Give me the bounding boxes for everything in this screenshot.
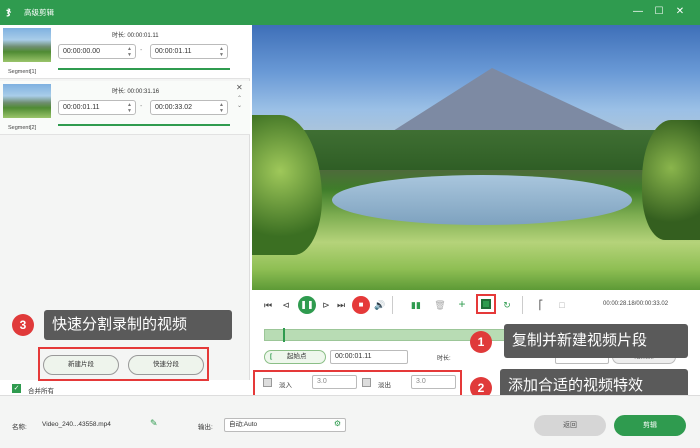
annotation-bubble: 快速分割录制的视频 [44, 310, 232, 340]
step-back-icon[interactable]: ⊲ [280, 299, 292, 311]
merge-all-checkbox[interactable]: ✓ [12, 384, 21, 393]
playback-time: 00:00:28.18/00:00:33.02 [603, 301, 669, 307]
duration-label: 时长: [437, 356, 451, 362]
pause-button[interactable]: ❚❚ [298, 296, 316, 314]
split-icon[interactable]: ▮▮ [410, 299, 422, 311]
bottom-bar: 名称: Video_240...43558.mp4 ✎ 输出: 自动;Auto ⚙… [0, 395, 700, 448]
back-button[interactable]: 返回 [534, 415, 606, 436]
fade-in-checkbox[interactable] [263, 378, 272, 387]
fade-out-label: 淡出 [378, 382, 391, 389]
reorder-arrows-icon[interactable]: ⌃ ⌄ [237, 96, 242, 110]
start-point-button[interactable]: [起始点 [264, 350, 326, 364]
fade-in-label: 淡入 [279, 382, 292, 389]
fade-out-value[interactable]: 3.0 [411, 375, 456, 389]
merge-all-label: 合并所有 [28, 388, 54, 395]
output-label: 输出: [198, 424, 213, 431]
segment-duration: 时长: 00:00:01.11 [112, 33, 159, 39]
range-separator: - [140, 47, 143, 54]
edit-button[interactable]: 剪辑 [614, 415, 686, 436]
divider [522, 296, 523, 314]
segment-start-field[interactable]: 00:00:00.00 ▲ ▼ [58, 44, 136, 59]
tree-shape [642, 120, 700, 240]
segment-label: Segment[2] [8, 125, 37, 131]
name-label: 名称: [12, 424, 27, 431]
segment-progress-fill [58, 68, 230, 70]
edit-name-icon[interactable]: ✎ [150, 418, 158, 429]
stop-button[interactable]: ■ [352, 296, 370, 314]
quick-split-button[interactable]: 快速分段 [128, 355, 204, 375]
divider [392, 296, 393, 314]
segment-item[interactable]: Segment[1] 时长: 00:00:01.11 00:00:00.00 ▲ ▼… [0, 25, 250, 79]
delete-segment-icon[interactable]: ✕ [236, 83, 243, 92]
mark-out-icon[interactable]: □ [556, 299, 568, 311]
new-segment-button[interactable]: 新建片段 [43, 355, 119, 375]
segment-item[interactable]: Segment[2] 时长: 00:00:31.16 00:00:01.11 ▲ ▼… [0, 81, 250, 135]
step-forward-icon[interactable]: ⊳ [320, 299, 332, 311]
segment-thumbnail [3, 84, 51, 118]
skip-end-icon[interactable]: ⏭ [335, 299, 347, 311]
segment-thumbnail [3, 28, 51, 62]
output-select[interactable]: 自动;Auto ⚙ [224, 418, 346, 432]
window-title: 高级剪辑 [24, 8, 54, 17]
mark-in-icon[interactable]: ⎡ [535, 299, 547, 311]
timeline-handle[interactable] [283, 328, 285, 342]
maximize-icon[interactable]: ☐ [653, 6, 665, 18]
segment-duration: 时长: 00:00:31.16 [112, 89, 160, 95]
segment-panel: Segment[1] 时长: 00:00:01.11 00:00:00.00 ▲ ▼… [0, 25, 250, 381]
trash-icon[interactable]: 🗑 [434, 299, 446, 311]
app-logo: ჯ [6, 6, 12, 17]
file-name: Video_240...43558.mp4 [42, 421, 111, 428]
skip-start-icon[interactable]: ⏮ [262, 299, 274, 311]
fade-in-value[interactable]: 3.0 [312, 375, 357, 389]
lake-shape [332, 175, 632, 225]
segment-progress-fill [58, 124, 230, 126]
volume-icon[interactable]: 🔊 [374, 299, 386, 311]
annotation-number: 3 [12, 314, 34, 336]
bracket-icon: [ [270, 353, 273, 360]
add-icon[interactable]: + [456, 298, 468, 310]
segment-end-field[interactable]: 00:00:33.02 ▲ ▼ [150, 100, 228, 115]
reset-icon[interactable]: ↻ [501, 299, 513, 311]
annotation-bubble: 复制并新建视频片段 [504, 324, 688, 358]
settings-gear-icon[interactable]: ⚙ [334, 418, 341, 430]
range-separator: - [140, 103, 143, 110]
close-icon[interactable]: ✕ [674, 6, 686, 18]
segment-label: Segment[1] [8, 69, 37, 75]
segment-start-field[interactable]: 00:00:01.11 ▲ ▼ [58, 100, 136, 115]
fade-out-checkbox[interactable] [362, 378, 371, 387]
segment-end-field[interactable]: 00:00:01.11 ▲ ▼ [150, 44, 228, 59]
mountain-shape [382, 68, 642, 138]
annotation-number: 1 [470, 331, 492, 353]
copy-segment-icon[interactable] [481, 299, 491, 309]
minimize-icon[interactable]: — [632, 6, 644, 18]
video-preview[interactable] [252, 25, 700, 290]
start-time-field[interactable]: 00:00:01.11 [330, 350, 408, 364]
title-bar: ჯ 高级剪辑 — ☐ ✕ [0, 0, 700, 25]
forest-shape [252, 130, 700, 170]
